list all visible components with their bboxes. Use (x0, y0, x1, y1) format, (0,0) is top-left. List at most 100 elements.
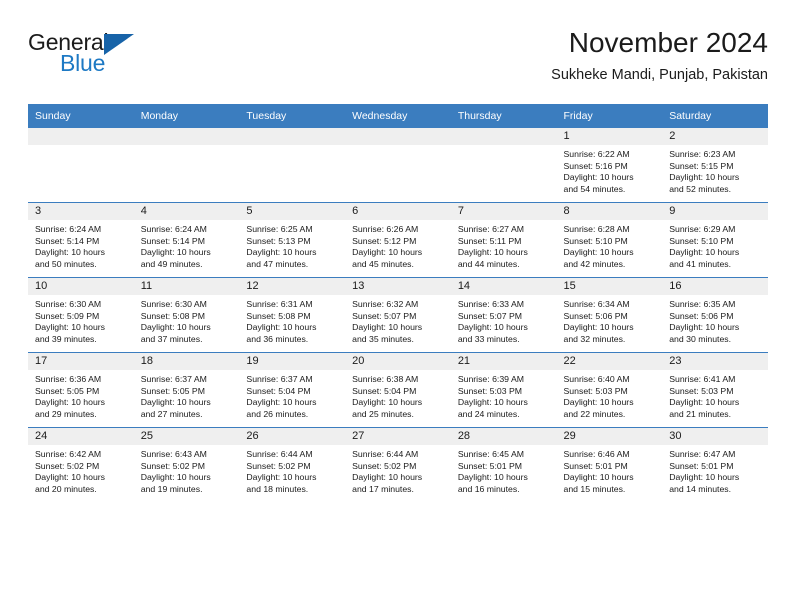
sunset-time: Sunset: 5:02 PM (246, 460, 311, 471)
sun-times: Sunrise: 6:41 AM Sunset: 5:03 PM Daylight:… (662, 370, 768, 420)
sunrise-time: Sunrise: 6:47 AM (669, 449, 736, 459)
calendar-day-cell[interactable]: 21 Sunrise: 6:39 AM Sunset: 5:03 PM Dayligh… (450, 352, 557, 428)
calendar-day-cell[interactable]: 22 Sunrise: 6:40 AM Sunset: 5:03 PM Dayligh… (556, 352, 663, 428)
calendar-day-cell[interactable]: 6 Sunrise: 6:26 AM Sunset: 5:12 PM Daylight… (345, 202, 451, 278)
calendar-page: General Blue November 2024 Sukheke Mandi… (0, 0, 792, 612)
sunrise-time: Sunrise: 6:32 AM (352, 299, 419, 309)
daylight-duration-line2: and 54 minutes. (563, 183, 626, 194)
calendar-day-cell-empty (28, 127, 134, 203)
sunset-time: Sunset: 5:14 PM (140, 235, 205, 246)
sunrise-time: Sunrise: 6:44 AM (246, 449, 313, 459)
sunset-time: Sunset: 5:13 PM (246, 235, 311, 246)
daylight-duration-line2: and 35 minutes. (352, 333, 414, 344)
calendar-week-row: 10 Sunrise: 6:30 AM Sunset: 5:09 PM Dayligh… (28, 277, 768, 353)
calendar-day-cell[interactable]: 3 Sunrise: 6:24 AM Sunset: 5:14 PM Daylight… (28, 202, 134, 278)
calendar-day-cell[interactable]: 13 Sunrise: 6:32 AM Sunset: 5:07 PM Dayligh… (345, 277, 451, 353)
calendar-day-cell[interactable]: 4 Sunrise: 6:24 AM Sunset: 5:14 PM Daylight… (133, 202, 240, 278)
calendar-day-cell[interactable]: 14 Sunrise: 6:33 AM Sunset: 5:07 PM Dayligh… (450, 277, 557, 353)
day-number (28, 128, 134, 145)
sunset-time: Sunset: 5:02 PM (140, 460, 205, 471)
sunrise-time: Sunrise: 6:24 AM (140, 224, 207, 234)
sunset-time: Sunset: 5:03 PM (457, 385, 523, 396)
triangle-icon (104, 34, 134, 55)
calendar-day-cell[interactable]: 15 Sunrise: 6:34 AM Sunset: 5:06 PM Dayligh… (556, 277, 663, 353)
calendar-day-cell[interactable]: 16 Sunrise: 6:35 AM Sunset: 5:06 PM Dayligh… (662, 277, 768, 353)
sunrise-time: Sunrise: 6:26 AM (352, 224, 419, 234)
sunrise-time: Sunrise: 6:30 AM (35, 299, 102, 309)
calendar-day-cell[interactable]: 11 Sunrise: 6:30 AM Sunset: 5:08 PM Dayligh… (133, 277, 240, 353)
sunrise-time: Sunrise: 6:37 AM (246, 374, 313, 384)
sunrise-time: Sunrise: 6:44 AM (352, 449, 419, 459)
daylight-duration-line1: Daylight: 10 hours (246, 247, 317, 258)
calendar-day-cell[interactable]: 5 Sunrise: 6:25 AM Sunset: 5:13 PM Daylight… (239, 202, 346, 278)
day-number: 2 (662, 128, 768, 145)
weekday-header-tuesday: Tuesday (239, 104, 346, 128)
day-number (133, 128, 240, 145)
daylight-duration-line1: Daylight: 10 hours (140, 247, 211, 258)
day-number: 25 (133, 428, 240, 445)
sunset-time: Sunset: 5:07 PM (352, 310, 417, 321)
sunset-time: Sunset: 5:08 PM (140, 310, 205, 321)
sunrise-time: Sunrise: 6:24 AM (35, 224, 102, 234)
calendar-day-cell[interactable]: 27 Sunrise: 6:44 AM Sunset: 5:02 PM Dayligh… (345, 427, 451, 502)
calendar-day-cell[interactable]: 18 Sunrise: 6:37 AM Sunset: 5:05 PM Dayligh… (133, 352, 240, 428)
calendar-day-cell[interactable]: 17 Sunrise: 6:36 AM Sunset: 5:05 PM Dayligh… (28, 352, 134, 428)
day-number: 5 (239, 203, 346, 220)
calendar-day-cell[interactable]: 28 Sunrise: 6:45 AM Sunset: 5:01 PM Dayligh… (450, 427, 557, 502)
daylight-duration-line1: Daylight: 10 hours (352, 322, 423, 333)
sunrise-time: Sunrise: 6:39 AM (457, 374, 524, 384)
sunset-time: Sunset: 5:08 PM (246, 310, 311, 321)
day-number (450, 128, 557, 145)
calendar-day-cell[interactable]: 23 Sunrise: 6:41 AM Sunset: 5:03 PM Dayligh… (662, 352, 768, 428)
daylight-duration-line2: and 52 minutes. (669, 183, 732, 194)
calendar-day-cell[interactable]: 2 Sunrise: 6:23 AM Sunset: 5:15 PM Daylight… (662, 127, 768, 203)
sun-times: Sunrise: 6:45 AM Sunset: 5:01 PM Daylight:… (451, 445, 557, 495)
sunset-time: Sunset: 5:10 PM (563, 235, 628, 246)
daylight-duration-line1: Daylight: 10 hours (35, 397, 106, 408)
daylight-duration-line2: and 42 minutes. (563, 258, 626, 269)
calendar-day-cell[interactable]: 19 Sunrise: 6:37 AM Sunset: 5:04 PM Dayligh… (239, 352, 346, 428)
sunrise-time: Sunrise: 6:45 AM (457, 449, 524, 459)
daylight-duration-line2: and 41 minutes. (669, 258, 732, 269)
day-number: 19 (239, 353, 346, 370)
sun-times: Sunrise: 6:22 AM Sunset: 5:16 PM Daylight:… (557, 145, 663, 195)
sun-times: Sunrise: 6:34 AM Sunset: 5:06 PM Daylight:… (557, 295, 663, 345)
sunset-time: Sunset: 5:11 PM (457, 235, 522, 246)
day-number: 23 (662, 353, 768, 370)
day-number: 21 (450, 353, 557, 370)
calendar-day-cell[interactable]: 7 Sunrise: 6:27 AM Sunset: 5:11 PM Daylight… (450, 202, 557, 278)
general-blue-logo[interactable]: General Blue (28, 26, 168, 88)
sunrise-time: Sunrise: 6:28 AM (563, 224, 630, 234)
calendar-day-cell[interactable]: 10 Sunrise: 6:30 AM Sunset: 5:09 PM Dayligh… (28, 277, 134, 353)
daylight-duration-line1: Daylight: 10 hours (563, 397, 634, 408)
calendar-day-cell[interactable]: 29 Sunrise: 6:46 AM Sunset: 5:01 PM Dayligh… (556, 427, 663, 502)
calendar-day-cell[interactable]: 20 Sunrise: 6:38 AM Sunset: 5:04 PM Dayligh… (345, 352, 451, 428)
sunset-time: Sunset: 5:02 PM (352, 460, 417, 471)
calendar-day-cell[interactable]: 26 Sunrise: 6:44 AM Sunset: 5:02 PM Dayligh… (239, 427, 346, 502)
daylight-duration-line2: and 19 minutes. (140, 483, 203, 494)
day-number: 18 (133, 353, 240, 370)
calendar-day-cell[interactable]: 1 Sunrise: 6:22 AM Sunset: 5:16 PM Daylight… (556, 127, 663, 203)
daylight-duration-line1: Daylight: 10 hours (563, 472, 634, 483)
calendar-day-cell[interactable]: 8 Sunrise: 6:28 AM Sunset: 5:10 PM Daylight… (556, 202, 663, 278)
sun-times: Sunrise: 6:24 AM Sunset: 5:14 PM Daylight:… (28, 220, 134, 270)
calendar-day-cell[interactable]: 12 Sunrise: 6:31 AM Sunset: 5:08 PM Dayligh… (239, 277, 346, 353)
calendar-day-cell[interactable]: 24 Sunrise: 6:42 AM Sunset: 5:02 PM Dayligh… (28, 427, 134, 502)
calendar-day-cell-empty (133, 127, 240, 203)
daylight-duration-line2: and 44 minutes. (457, 258, 520, 269)
sunrise-time: Sunrise: 6:31 AM (246, 299, 313, 309)
sunrise-time: Sunrise: 6:43 AM (140, 449, 207, 459)
day-number: 4 (133, 203, 240, 220)
calendar-day-cell[interactable]: 9 Sunrise: 6:29 AM Sunset: 5:10 PM Daylight… (662, 202, 768, 278)
sunset-time: Sunset: 5:04 PM (246, 385, 311, 396)
sunrise-time: Sunrise: 6:40 AM (563, 374, 630, 384)
calendar-day-cell[interactable]: 30 Sunrise: 6:47 AM Sunset: 5:01 PM Dayligh… (662, 427, 768, 502)
daylight-duration-line1: Daylight: 10 hours (246, 472, 317, 483)
daylight-duration-line1: Daylight: 10 hours (669, 397, 740, 408)
location-subtitle: Sukheke Mandi, Punjab, Pakistan (551, 67, 768, 83)
calendar-day-cell[interactable]: 25 Sunrise: 6:43 AM Sunset: 5:02 PM Dayligh… (133, 427, 240, 502)
calendar-table: Sunday Monday Tuesday Wednesday Thursday… (28, 104, 768, 502)
daylight-duration-line2: and 26 minutes. (246, 408, 309, 419)
sunset-time: Sunset: 5:01 PM (457, 460, 523, 471)
calendar-header-row: Sunday Monday Tuesday Wednesday Thursday… (28, 104, 768, 128)
